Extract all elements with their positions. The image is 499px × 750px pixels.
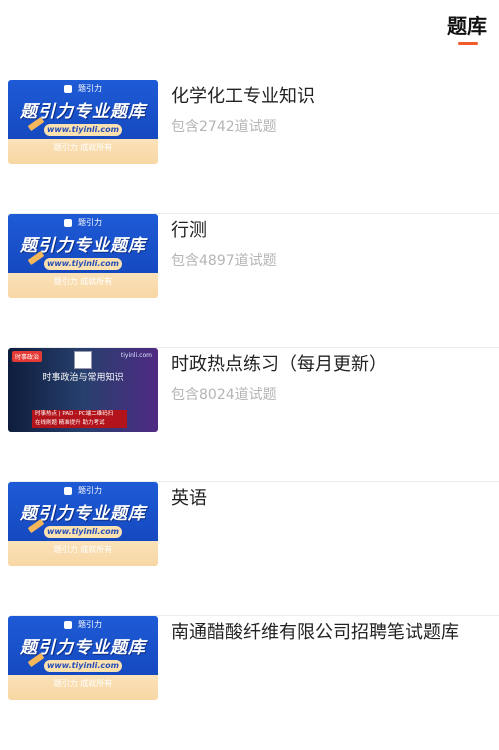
logo-icon	[64, 620, 72, 629]
panel-line: 时事热点 | PAD · PC端二维码扫	[35, 411, 114, 417]
item-question-count: 包含2742道试题	[171, 119, 277, 135]
logo-text: 题引力	[78, 620, 102, 629]
list-item[interactable]: 题引力 题引力专业题库 www.tiyinli.com 题引力 成就所有 南通醋…	[0, 616, 499, 750]
logo-text: 题引力	[78, 486, 102, 495]
item-title: 时政热点练习（每月更新）	[171, 354, 387, 375]
thumbnail-url: www.tiyinli.com	[44, 526, 122, 538]
item-title: 英语	[171, 488, 207, 509]
thumbnail-subtitle: 题引力 成就所有	[53, 277, 113, 286]
thumbnail-badge: 时事政治	[12, 351, 43, 362]
list-item[interactable]: 题引力 题引力专业题库 www.tiyinli.com 题引力 成就所有 英语	[0, 482, 499, 616]
logo-icon	[64, 84, 72, 93]
tab-question-bank[interactable]: 题库	[447, 10, 487, 39]
logo-text: 题引力	[78, 84, 102, 93]
thumbnail-headline: 题引力专业题库	[20, 102, 146, 122]
item-title: 南通醋酸纤维有限公司招聘笔试题库	[171, 622, 459, 643]
item-question-count: 包含8024道试题	[171, 387, 277, 403]
logo-text: 题引力	[78, 218, 102, 227]
list-item[interactable]: 题引力 题引力专业题库 www.tiyinli.com 题引力 成就所有 行测 …	[0, 214, 499, 348]
thumbnail-subtitle: 题引力 成就所有	[53, 143, 113, 152]
header: 题库	[0, 0, 499, 70]
thumbnail-headline: 题引力专业题库	[20, 236, 146, 256]
question-bank-list: 题引力 题引力专业题库 www.tiyinli.com 题引力 成就所有 化学化…	[0, 80, 499, 750]
list-item[interactable]: 时事政治 tiyinli.com 时事政治与常用知识 时事热点 | PAD · …	[0, 348, 499, 482]
thumbnail-url: www.tiyinli.com	[44, 124, 122, 136]
thumbnail-image: 题引力 题引力专业题库 www.tiyinli.com 题引力 成就所有	[8, 616, 158, 700]
thumbnail-panel: 时事热点 | PAD · PC端二维码扫 在线刷题 精准提升 助力考试	[32, 410, 127, 428]
thumbnail-url: www.tiyinli.com	[44, 258, 122, 270]
qr-code-icon	[74, 351, 92, 369]
thumbnail-site: tiyinli.com	[120, 352, 152, 359]
thumbnail-image: 时事政治 tiyinli.com 时事政治与常用知识 时事热点 | PAD · …	[8, 348, 158, 432]
logo-icon	[64, 486, 72, 495]
thumbnail-image: 题引力 题引力专业题库 www.tiyinli.com 题引力 成就所有	[8, 214, 158, 298]
tab-active-indicator	[458, 42, 478, 45]
item-title: 化学化工专业知识	[171, 86, 315, 107]
thumbnail-headline: 题引力专业题库	[20, 504, 146, 524]
logo-icon	[64, 218, 72, 227]
thumbnail-headline: 题引力专业题库	[20, 638, 146, 658]
list-item[interactable]: 题引力 题引力专业题库 www.tiyinli.com 题引力 成就所有 化学化…	[0, 80, 499, 214]
thumbnail-image: 题引力 题引力专业题库 www.tiyinli.com 题引力 成就所有	[8, 482, 158, 566]
item-question-count: 包含4897道试题	[171, 253, 277, 269]
thumbnail-subtitle: 题引力 成就所有	[53, 545, 113, 554]
thumbnail-headline: 时事政治与常用知识	[42, 373, 124, 383]
item-title: 行测	[171, 220, 207, 241]
thumbnail-image: 题引力 题引力专业题库 www.tiyinli.com 题引力 成就所有	[8, 80, 158, 164]
thumbnail-url: www.tiyinli.com	[44, 660, 122, 672]
panel-line: 在线刷题 精准提升 助力考试	[35, 420, 105, 426]
thumbnail-subtitle: 题引力 成就所有	[53, 679, 113, 688]
